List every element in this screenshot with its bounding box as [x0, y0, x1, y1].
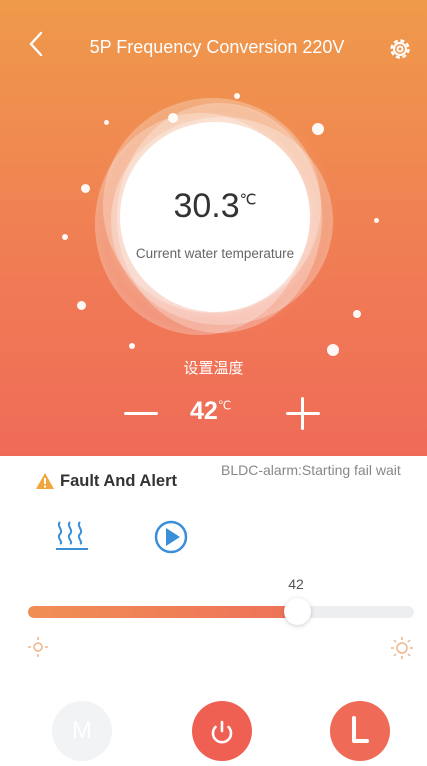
slider-fill — [28, 606, 299, 618]
timer-button[interactable] — [330, 701, 390, 761]
sparkle-dot — [327, 344, 339, 356]
set-temperature-unit: ℃ — [217, 398, 232, 413]
chevron-left-icon — [29, 31, 43, 57]
sparkle-dot — [77, 301, 86, 310]
play-icon[interactable] — [154, 520, 188, 554]
back-button[interactable] — [18, 31, 56, 65]
temperature-slider[interactable] — [28, 606, 414, 618]
sparkle-dot — [62, 234, 68, 240]
settings-button[interactable] — [386, 35, 414, 63]
dim-sun-icon — [28, 637, 48, 657]
temperature-circle: 30.3℃ Current water temperature — [120, 122, 310, 312]
bright-sun-icon — [391, 637, 413, 659]
sparkle-dot — [81, 184, 90, 193]
slider-thumb[interactable] — [284, 598, 311, 625]
set-temperature-value: 42 — [190, 397, 218, 425]
set-temperature-label: 设置温度 — [183, 359, 244, 377]
decrease-temperature-button[interactable] — [124, 396, 158, 430]
gear-icon — [390, 39, 410, 59]
title-bar: 5P Frequency Conversion 220V — [0, 0, 427, 92]
sparkle-dot — [374, 218, 379, 223]
current-temperature: 30.3℃ — [120, 187, 310, 226]
timer-icon — [352, 716, 369, 743]
sparkle-dot — [353, 310, 361, 318]
slider-value: 42 — [288, 576, 304, 592]
mode-button[interactable]: M — [52, 701, 112, 761]
page-title: 5P Frequency Conversion 220V — [89, 37, 345, 57]
temperature-dial: 30.3℃ Current water temperature — [95, 95, 335, 335]
fault-title: Fault And Alert — [60, 472, 178, 490]
power-button[interactable] — [192, 701, 252, 761]
current-temperature-value: 30.3 — [173, 187, 240, 225]
set-temperature: 42℃ — [190, 397, 250, 426]
warning-icon — [36, 473, 54, 489]
increase-temperature-button[interactable] — [286, 396, 320, 430]
current-temperature-unit: ℃ — [239, 191, 257, 209]
fault-message: BLDC-alarm:Starting fail wait — [221, 462, 401, 478]
hero-panel: 5P Frequency Conversion 220V 30.3℃ Curre… — [0, 0, 427, 456]
heating-mode-icon[interactable] — [54, 518, 90, 552]
sparkle-dot — [129, 343, 135, 349]
current-temperature-label: Current water temperature — [135, 246, 295, 261]
power-icon — [211, 720, 233, 744]
